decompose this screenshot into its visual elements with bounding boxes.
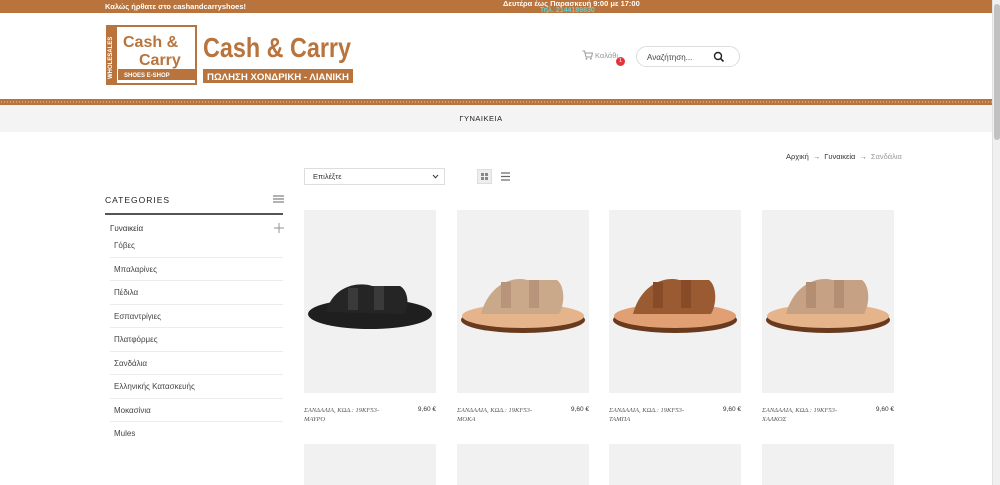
category-list: Γόβες Μπαλαρίνες Πέδιλα Εσπαντρίγιες Πλα… bbox=[110, 234, 283, 446]
product-price: 9,60 € bbox=[417, 406, 436, 413]
main-navigation: ΓΥΝΑΙΚΕΙΑ bbox=[0, 105, 992, 132]
category-item[interactable]: Μπαλαρίνες bbox=[110, 258, 283, 281]
logo-badge-line2: Carry bbox=[139, 52, 181, 69]
cart-icon bbox=[582, 50, 593, 60]
product-image[interactable] bbox=[304, 444, 436, 485]
cart-count-badge: 1 bbox=[616, 57, 625, 66]
breadcrumb-arrow-icon: → bbox=[859, 152, 867, 161]
logo-badge-line1: Cash & bbox=[123, 34, 179, 51]
product-image[interactable] bbox=[457, 210, 589, 393]
sandal-image bbox=[613, 279, 737, 333]
breadcrumb-home[interactable]: Αρχική bbox=[786, 152, 809, 161]
expand-plus-icon[interactable] bbox=[274, 223, 284, 233]
product-price: 9,60 € bbox=[875, 406, 894, 413]
category-item[interactable]: Σανδάλια bbox=[110, 352, 283, 375]
breadcrumb: Αρχική → Γυναικεία → Σανδάλια bbox=[786, 152, 902, 161]
page-scrollbar[interactable] bbox=[992, 0, 1000, 485]
sandal-image bbox=[308, 284, 432, 329]
sidebar-title-underline bbox=[105, 213, 283, 215]
breadcrumb-current: Σανδάλια bbox=[870, 152, 902, 161]
product-price: 9,60 € bbox=[570, 406, 589, 413]
product-image[interactable] bbox=[457, 444, 589, 485]
category-item[interactable]: Γόβες bbox=[110, 234, 283, 258]
list-view-icon[interactable] bbox=[500, 171, 511, 182]
category-item[interactable]: Πλατφόρμες bbox=[110, 328, 283, 352]
cart-label: Καλάθι bbox=[595, 51, 619, 60]
sidebar-title: CATEGORIES bbox=[105, 195, 171, 205]
logo-sub-text: ΠΩΛΗΣΗ ΧΟΝΔΡΙΚΗ - ΛΙΑΝΙΚΗ bbox=[207, 72, 349, 82]
category-item[interactable]: Ελληνικής Κατασκευής bbox=[110, 375, 283, 399]
nav-item-women[interactable]: ΓΥΝΑΙΚΕΙΑ bbox=[0, 114, 962, 123]
product-card[interactable]: ΣΑΝΔΑΛΙΑ, ΚΩΔ.: 19KF53-ΜΟΚΑ 9,60 € bbox=[457, 210, 589, 423]
product-image[interactable] bbox=[762, 444, 894, 485]
logo-main-text: Cash & Carry bbox=[203, 32, 351, 63]
welcome-text: Καλώς ήρθατε στο cashandcarryshoes! bbox=[105, 2, 247, 11]
product-name[interactable]: ΣΑΝΔΑΛΙΑ, ΚΩΔ.: 19KF53-ΜΑΥΡΟ bbox=[304, 406, 396, 424]
logo-badge-bottom: SHOES E-SHOP bbox=[124, 73, 170, 79]
grid-icon bbox=[481, 173, 488, 180]
search-box bbox=[636, 46, 740, 67]
sort-select[interactable]: Επιλέξτε bbox=[304, 168, 445, 185]
sandal-image bbox=[766, 279, 890, 333]
category-item[interactable]: Εσπαντρίγιες bbox=[110, 305, 283, 328]
search-input[interactable] bbox=[647, 51, 717, 63]
sandal-image bbox=[461, 279, 585, 333]
top-bar: Καλώς ήρθατε στο cashandcarryshoes! Δευτ… bbox=[0, 0, 992, 14]
grid-view-button[interactable] bbox=[477, 169, 492, 184]
category-item[interactable]: Mules bbox=[110, 422, 283, 446]
product-card[interactable]: ΣΑΝΔΑΛΙΑ, ΚΩΔ.: 19KF53-ΤΑΜΠΑ 9,60 € bbox=[609, 210, 741, 423]
search-icon[interactable] bbox=[713, 51, 725, 63]
sort-selected-value: Επιλέξτε bbox=[313, 172, 342, 181]
logo-graphic: WHOLESALES Cash & Carry SHOES E-SHOP Cas… bbox=[106, 25, 353, 85]
hamburger-menu-icon[interactable] bbox=[273, 195, 284, 203]
phone-number[interactable]: Τηλ. 2144189830 bbox=[540, 7, 595, 14]
cart-button[interactable]: Καλάθι 1 bbox=[582, 50, 625, 66]
product-image[interactable] bbox=[304, 210, 436, 393]
chevron-down-icon bbox=[432, 174, 439, 179]
product-image[interactable] bbox=[609, 444, 741, 485]
product-name[interactable]: ΣΑΝΔΑΛΙΑ, ΚΩΔ.: 19KF53-ΤΑΜΠΑ bbox=[609, 406, 701, 424]
breadcrumb-arrow-icon: → bbox=[812, 152, 821, 161]
category-item[interactable]: Πέδιλα bbox=[110, 281, 283, 305]
category-parent-women[interactable]: Γυναικεία bbox=[110, 224, 143, 233]
site-logo[interactable]: WHOLESALES Cash & Carry SHOES E-SHOP Cas… bbox=[106, 25, 354, 87]
breadcrumb-parent[interactable]: Γυναικεία bbox=[824, 152, 855, 161]
product-image[interactable] bbox=[762, 210, 894, 393]
product-card[interactable]: ΣΑΝΔΑΛΙΑ, ΚΩΔ.: 19KF53-ΜΑΥΡΟ 9,60 € bbox=[304, 210, 436, 423]
scrollbar-thumb[interactable] bbox=[994, 4, 1000, 140]
product-card[interactable]: ΣΑΝΔΑΛΙΑ, ΚΩΔ.: 19KF53-ΧΑΛΚΟΣ 9,60 € bbox=[762, 210, 894, 423]
product-image[interactable] bbox=[609, 210, 741, 393]
category-item[interactable]: Μοκασίνια bbox=[110, 399, 283, 422]
logo-badge-side: WHOLESALES bbox=[108, 37, 114, 79]
product-name[interactable]: ΣΑΝΔΑΛΙΑ, ΚΩΔ.: 19KF53-ΜΟΚΑ bbox=[457, 406, 549, 424]
product-price: 9,60 € bbox=[722, 406, 741, 413]
product-name[interactable]: ΣΑΝΔΑΛΙΑ, ΚΩΔ.: 19KF53-ΧΑΛΚΟΣ bbox=[762, 406, 854, 424]
